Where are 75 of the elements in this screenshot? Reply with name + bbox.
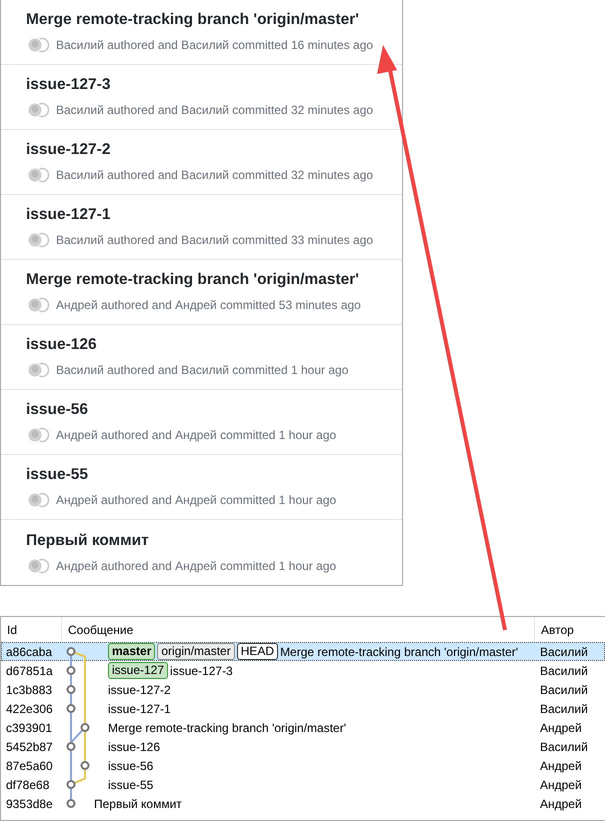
avatar-icon xyxy=(26,297,50,313)
column-header[interactable]: Id xyxy=(1,617,61,642)
branch-tag: master xyxy=(108,643,156,660)
commit-title: issue-127-1 xyxy=(26,205,112,225)
table-row[interactable]: d67851a issue-127 issue-127-3 Василий xyxy=(1,661,605,680)
table-row[interactable]: 1c3b883 issue-127-2 Василий xyxy=(1,680,605,699)
commit-title: issue-127-3 xyxy=(26,75,112,95)
commit-item[interactable]: issue-55 Андрей authored and Андрей committed 1 hour ago xyxy=(1,455,402,520)
avatar-icon xyxy=(26,492,50,508)
commit-author: Андрей xyxy=(539,796,583,812)
commit-item[interactable]: issue-126 Василий authored and Василий committed 1 hour ago xyxy=(1,325,402,390)
commit-message: issue-55 xyxy=(108,776,154,794)
commit-id: 422e306 xyxy=(5,700,54,718)
commit-message: issue-127-2 xyxy=(108,682,171,698)
commit-id: a86caba xyxy=(5,644,54,660)
commit-meta: Андрей authored and Андрей committed 1 hour ago xyxy=(56,492,336,509)
commit-meta: Андрей authored and Андрей committed 1 hour ago xyxy=(56,558,336,574)
commit-title: issue-56 xyxy=(26,400,90,420)
avatar-icon xyxy=(26,362,50,378)
commit-id: 5452b87 xyxy=(5,738,54,756)
commit-meta: Василий authored and Василий committed 32 minutes ago xyxy=(56,102,374,119)
commit-message: issue-127-3 xyxy=(170,662,233,680)
commit-message: Первый коммит xyxy=(94,796,182,812)
commit-author: Василий xyxy=(539,738,589,756)
commit-author: Андрей xyxy=(539,758,583,774)
commit-meta: Василий authored and Василий committed 32 minutes ago xyxy=(56,167,374,184)
commit-author: Андрей xyxy=(539,720,583,736)
table-row[interactable]: a86caba master origin/master HEAD Merge remote-tracking branch 'origin/master' Василий xyxy=(1,642,605,661)
commit-title: issue-126 xyxy=(26,335,98,355)
commit-item[interactable]: issue-127-1 Василий authored and Василий committed 33 minutes ago xyxy=(1,195,402,260)
commit-id: 1c3b883 xyxy=(5,682,54,698)
commit-author: Василий xyxy=(539,682,589,698)
commit-author: Андрей xyxy=(539,776,583,794)
commit-item[interactable]: issue-56 Андрей authored and Андрей committed 1 hour ago xyxy=(1,390,402,455)
commit-item[interactable]: Merge remote-tracking branch 'origin/master' Андрей authored and Андрей committed 53 minutes ago xyxy=(1,260,402,325)
branch-tag: issue-127 xyxy=(108,662,168,679)
commit-id: 87e5a60 xyxy=(5,758,54,774)
table-row[interactable]: 9353d8e Первый коммит Андрей xyxy=(1,794,605,813)
avatar-icon xyxy=(26,232,50,248)
commit-id: d67851a xyxy=(5,662,54,680)
commit-meta: Андрей authored and Андрей committed 1 hour ago xyxy=(56,427,336,444)
branch-tag: HEAD xyxy=(236,643,278,660)
commit-meta: Андрей authored and Андрей committed 53 minutes ago xyxy=(56,297,361,314)
commit-title: Первый коммит xyxy=(26,530,150,550)
commit-author: Василий xyxy=(539,700,589,718)
commit-meta: Василий authored and Василий committed 16 minutes ago xyxy=(56,37,374,54)
commit-message: issue-126 xyxy=(108,738,160,756)
table-row[interactable]: df78e68 issue-55 Андрей xyxy=(1,775,605,794)
table-row[interactable]: 5452b87 issue-126 Василий xyxy=(1,737,605,756)
avatar-icon xyxy=(26,37,50,53)
avatar-icon xyxy=(26,427,50,443)
branch-tag: origin/master xyxy=(157,643,235,660)
commit-title: issue-55 xyxy=(26,465,90,485)
commit-title: issue-127-2 xyxy=(26,140,112,160)
table-row[interactable]: 422e306 issue-127-1 Василий xyxy=(1,699,605,718)
commit-title: Merge remote-tracking branch 'origin/master' xyxy=(26,10,360,30)
commit-item[interactable]: Первый коммит Андрей authored and Андрей committed 1 hour ago xyxy=(1,520,402,585)
commit-id: 9353d8e xyxy=(5,796,54,812)
commit-id: c393901 xyxy=(5,720,54,736)
commit-message: Merge remote-tracking branch 'origin/master' xyxy=(280,644,518,660)
commit-meta: Василий authored and Василий committed 33 minutes ago xyxy=(56,232,374,249)
commit-meta: Василий authored and Василий committed 1 hour ago xyxy=(56,362,348,379)
avatar-icon xyxy=(26,558,50,574)
commit-title: Merge remote-tracking branch 'origin/master' xyxy=(26,270,360,290)
avatar-icon xyxy=(26,102,50,118)
commit-message: Merge remote-tracking branch 'origin/master' xyxy=(108,720,346,736)
commit-item[interactable]: issue-127-2 Василий authored and Василий committed 32 minutes ago xyxy=(1,130,402,195)
commit-message: issue-127-1 xyxy=(108,700,171,718)
commit-id: df78e68 xyxy=(5,776,50,794)
commit-author: Василий xyxy=(539,644,589,660)
table-row[interactable]: c393901 Merge remote-tracking branch 'origin/master' Андрей xyxy=(1,718,605,737)
commit-author: Василий xyxy=(539,662,589,680)
commit-message: issue-56 xyxy=(108,758,154,774)
avatar-icon xyxy=(26,167,50,183)
table-row[interactable]: 87e5a60 issue-56 Андрей xyxy=(1,756,605,775)
